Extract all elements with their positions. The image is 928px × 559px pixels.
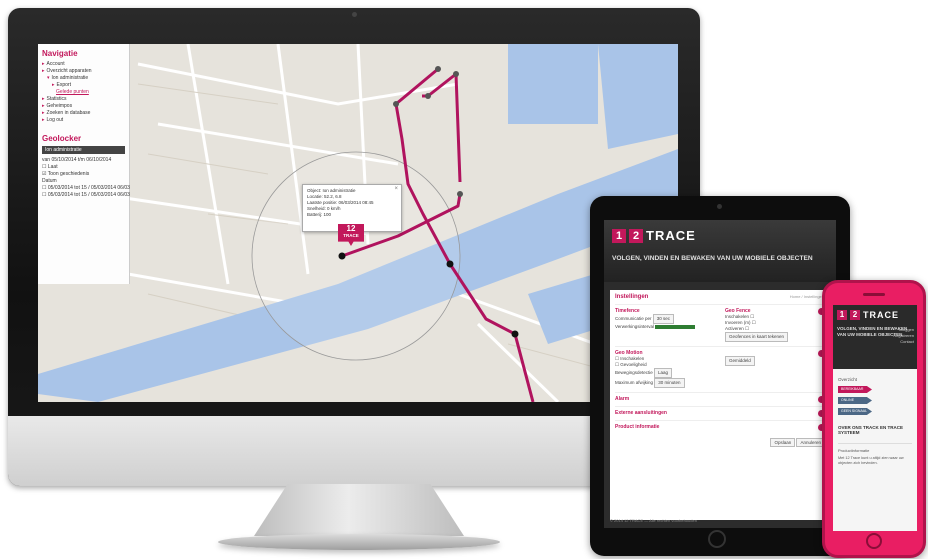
nav-item-account[interactable]: ▸ Account: [42, 61, 125, 68]
phone-body: Overzicht BEREIKBAAR ONLINE GEEN SIGNAAL…: [833, 369, 917, 470]
geo-filter-2[interactable]: ☑ Toon geschiedenis: [42, 171, 125, 178]
nav-title: Navigatie: [42, 49, 78, 58]
motion-section: Geo Motion ☐ Inschakelen ☐ Gevoeligheid …: [615, 346, 825, 388]
cancel-button[interactable]: Annuleren: [796, 438, 825, 447]
motion-level-select[interactable]: Gemiddeld: [725, 356, 755, 366]
harbour-basin-1: [508, 44, 598, 124]
geo-filter-3: Datum: [42, 178, 57, 184]
tablet-screen: 1 2 TRACE VOLGEN, VINDEN EN BEWAKEN VAN …: [604, 220, 836, 528]
logo[interactable]: 1 2 TRACE: [612, 228, 828, 243]
popup-line: Batterij: 100: [307, 212, 332, 217]
harbour-basin-2: [598, 44, 678, 149]
status-badge[interactable]: BEREIKBAAR: [838, 386, 872, 393]
menu-item-contact[interactable]: Contact: [893, 339, 914, 345]
phone-device: 1 2 TRACE VOLGEN, VINDEN EN BEWAKEN VAN …: [822, 280, 926, 558]
nav-item-export[interactable]: ▸ Export: [42, 82, 125, 89]
nav-item-geheimpos[interactable]: ▸ Geheimpos: [42, 103, 125, 110]
geo-filter-1[interactable]: ☐ Laat: [42, 164, 125, 171]
status-badge[interactable]: ONLINE: [838, 397, 872, 404]
interval-bar[interactable]: [655, 324, 696, 329]
nav-item-logout[interactable]: ▸ Log out: [42, 117, 125, 124]
tablet-header: 1 2 TRACE VOLGEN, VINDEN EN BEWAKEN VAN …: [604, 220, 836, 282]
about-title: OVER ONS TRACK EN TRACE SYSTEEM: [838, 425, 904, 435]
info-title: Productinformatie: [838, 443, 912, 453]
phone-screen: 1 2 TRACE VOLGEN, VINDEN EN BEWAKEN VAN …: [833, 305, 917, 531]
logo[interactable]: 1 2 TRACE: [837, 310, 913, 320]
tablet-device: 1 2 TRACE VOLGEN, VINDEN EN BEWAKEN VAN …: [590, 196, 850, 556]
status-badge[interactable]: GEEN SIGNAAL: [838, 408, 872, 415]
geo-device-select[interactable]: Ion administratie: [42, 146, 125, 154]
product-section[interactable]: Product informatie: [615, 420, 825, 431]
home-button[interactable]: [866, 533, 882, 549]
speaker-icon: [863, 293, 885, 296]
map-side-panel: Navigatie ▸ Account ▸ Overzicht apparaten …: [38, 44, 130, 284]
phone-menu: Inloggen Registreren Contact: [893, 327, 914, 345]
close-icon[interactable]: ×: [394, 186, 398, 192]
section-title-product: Product informatie: [615, 424, 660, 430]
monitor-stand-base: [218, 534, 500, 550]
map-screen[interactable]: Navigatie ▸ Account ▸ Overzicht apparaten …: [38, 44, 678, 402]
alarm-section[interactable]: Alarm: [615, 392, 825, 403]
timefence-geofence-section: Timefence Communicatie per 30 sec Verwer…: [615, 304, 825, 342]
tagline: VOLGEN, VINDEN EN BEWAKEN VAN UW MOBIELE…: [612, 255, 813, 262]
home-button[interactable]: [708, 530, 726, 548]
camera-icon: [717, 204, 722, 209]
nav-item-search[interactable]: ▸ Zoeken in database: [42, 110, 125, 117]
settings-panel: Instellingen Home / Instellingen Timefen…: [610, 290, 830, 520]
geo-filter-4[interactable]: ☐ 05/03/2014 tot 15 / 05/03/2014 06/03: [42, 185, 130, 192]
geo-title: Geolocker: [42, 134, 82, 143]
breadcrumb[interactable]: Home / Instellingen: [790, 294, 824, 299]
geo-filter-5[interactable]: ☐ 05/03/2014 tot 15 / 05/03/2014 06/03: [42, 192, 130, 199]
external-section[interactable]: Externe aansluitingen: [615, 406, 825, 417]
section-title-alarm: Alarm: [615, 396, 630, 402]
motion-deviation-select[interactable]: 30 minuten: [654, 378, 685, 388]
camera-icon: [352, 12, 357, 17]
tablet-footer: © 2014 12 TRACE — Alle rechten voorbehou…: [610, 518, 697, 523]
monitor-stand-neck: [254, 484, 464, 536]
motion-detect-select[interactable]: Laag: [654, 368, 673, 378]
phone-header: 1 2 TRACE VOLGEN, VINDEN EN BEWAKEN VAN …: [833, 305, 917, 369]
nav-item-devices[interactable]: ▸ Overzicht apparaten: [42, 68, 125, 75]
save-button[interactable]: Opslaan: [770, 438, 796, 447]
info-text: Met 12 Trace kunt u altijd zien waar uw …: [838, 456, 904, 465]
nav-item-ion[interactable]: ▾ Ion administratie: [42, 75, 125, 82]
interval-select[interactable]: 30 sec: [652, 314, 675, 324]
nav-item-statistics[interactable]: ▸ Statistics: [42, 96, 125, 103]
draw-geofence-button[interactable]: Geofences in kaart tekenen: [725, 332, 789, 342]
geo-date-range[interactable]: van 05/10/2014 t/m 06/10/2014: [42, 157, 125, 164]
nav-item-points[interactable]: Gelede punten: [42, 89, 125, 96]
section-title-external: Externe aansluitingen: [615, 410, 667, 416]
section-title: Overzicht: [838, 377, 858, 382]
